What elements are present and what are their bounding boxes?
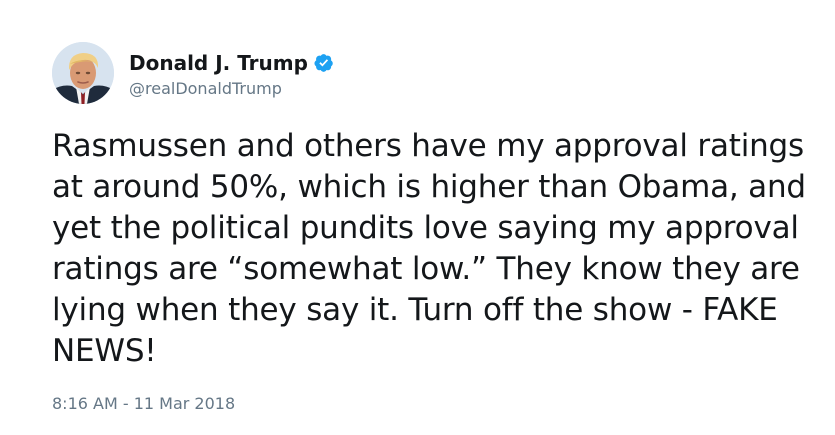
tweet-header: Donald J. Trump @realDonaldTrump <box>52 42 334 104</box>
profile-photo-avatar-icon <box>52 42 114 104</box>
author-info: Donald J. Trump @realDonaldTrump <box>129 49 334 98</box>
author-handle[interactable]: @realDonaldTrump <box>129 79 334 98</box>
display-name-row: Donald J. Trump <box>129 49 334 77</box>
tweet-timestamp[interactable]: 8:16 AM - 11 Mar 2018 <box>52 394 235 413</box>
avatar[interactable] <box>52 42 114 104</box>
tweet-card: Donald J. Trump @realDonaldTrump Rasmuss… <box>0 0 835 435</box>
verified-badge-icon <box>314 53 334 73</box>
tweet-text: Rasmussen and others have my approval ra… <box>52 128 806 369</box>
display-name[interactable]: Donald J. Trump <box>129 51 308 75</box>
